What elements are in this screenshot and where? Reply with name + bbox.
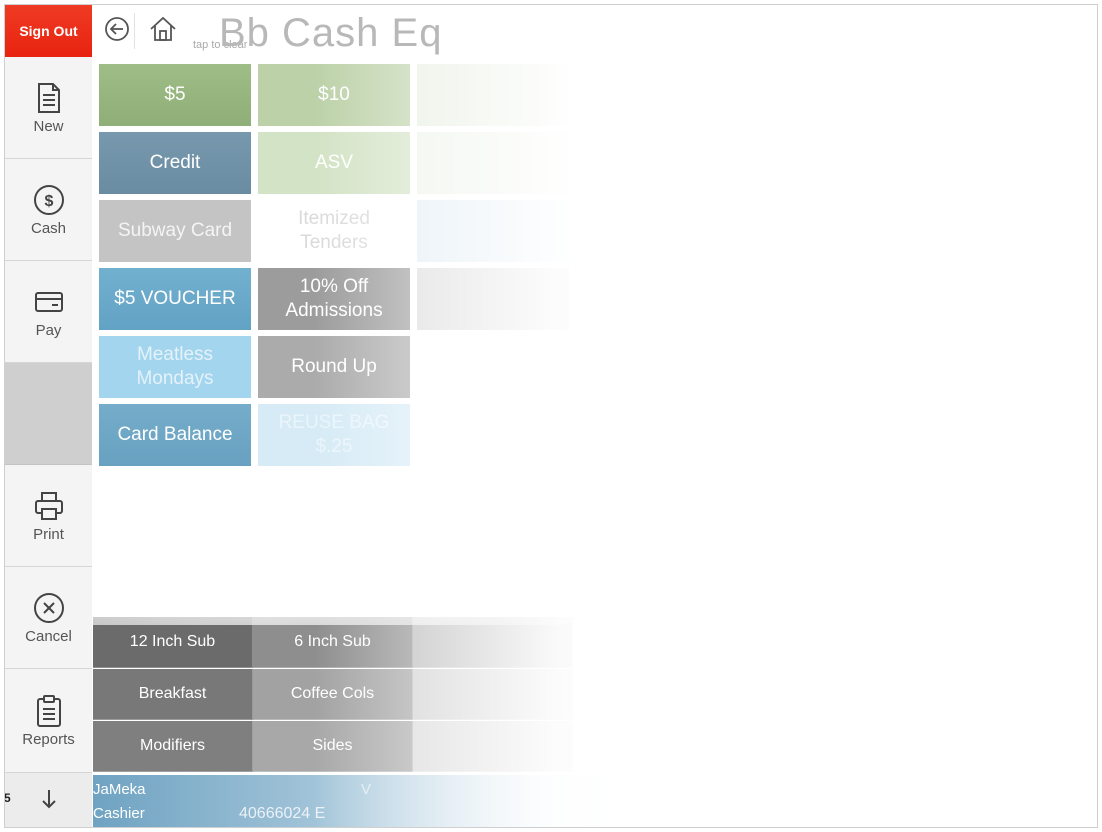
tender-faded-tile[interactable] <box>417 132 569 194</box>
new-label: New <box>33 118 64 135</box>
category-faded[interactable] <box>413 669 573 720</box>
svg-text:$: $ <box>44 193 53 210</box>
user-name: JaMeka <box>93 781 146 798</box>
tender-itemized-button[interactable]: Itemized Tenders <box>258 200 410 262</box>
document-icon <box>31 80 67 116</box>
category-breakfast[interactable]: Breakfast <box>93 669 253 720</box>
pos-window: Sign Out New $ Cash Pay Print Cancel Rep… <box>4 4 1098 828</box>
home-icon <box>148 15 178 48</box>
tender-5-button[interactable]: $5 <box>99 64 251 126</box>
category-sides[interactable]: Sides <box>253 721 413 772</box>
order-title: Bb Cash Eq <box>219 11 443 55</box>
sidebar-empty-slot <box>5 363 92 465</box>
cancel-label: Cancel <box>25 628 72 645</box>
tender-credit-button[interactable]: Credit <box>99 132 251 194</box>
category-coffee-cols[interactable]: Coffee Cols <box>253 669 413 720</box>
status-footer: JaMeka Cashier 40666024 E V <box>93 775 1097 827</box>
category-faded[interactable] <box>413 721 573 772</box>
tender-faded-tile[interactable] <box>417 268 569 330</box>
version-tag: V <box>361 781 372 798</box>
category-12-inch-sub[interactable]: 12 Inch Sub <box>93 617 253 668</box>
sign-out-button[interactable]: Sign Out <box>5 5 92 57</box>
new-button[interactable]: New <box>5 57 92 159</box>
reports-label: Reports <box>22 731 75 748</box>
tender-card-balance-button[interactable]: Card Balance <box>99 404 251 466</box>
pay-button[interactable]: Pay <box>5 261 92 363</box>
category-modifiers[interactable]: Modifiers <box>93 721 253 772</box>
tender-5-voucher-button[interactable]: $5 VOUCHER <box>99 268 251 330</box>
print-button[interactable]: Print <box>5 465 92 567</box>
corner-number: 5 <box>4 791 11 805</box>
clipboard-icon <box>31 693 67 729</box>
category-faded[interactable] <box>413 617 573 668</box>
printer-icon <box>31 488 67 524</box>
tender-round-up-button[interactable]: Round Up <box>258 336 410 398</box>
terminal-code: 40666024 E <box>239 805 326 822</box>
cash-label: Cash <box>30 220 67 237</box>
tender-meatless-mondays-button[interactable]: Meatless Mondays <box>99 336 251 398</box>
tender-asv-button[interactable]: ASV <box>258 132 410 194</box>
category-6-inch-sub[interactable]: 6 Inch Sub <box>253 617 413 668</box>
scroll-down-button[interactable] <box>5 773 92 827</box>
card-icon <box>31 284 67 320</box>
home-button[interactable] <box>145 13 181 49</box>
tender-10-off-button[interactable]: 10% Off Admissions <box>258 268 410 330</box>
tender-reuse-bag-button[interactable]: REUSE BAG $.25 <box>258 404 410 466</box>
tender-subway-card-button[interactable]: Subway Card <box>99 200 251 262</box>
pay-label: Pay <box>35 322 62 339</box>
screen-fade-overlay-lower <box>93 475 593 625</box>
sidebar: New $ Cash Pay Print Cancel Reports <box>5 57 92 827</box>
tender-faded-tile[interactable] <box>417 64 569 126</box>
tender-10-button[interactable]: $10 <box>258 64 410 126</box>
back-button[interactable] <box>99 13 135 49</box>
tender-faded-tile[interactable] <box>417 200 569 262</box>
dollar-circle-icon: $ <box>31 182 67 218</box>
close-circle-icon <box>31 590 67 626</box>
print-label: Print <box>33 526 64 543</box>
arrow-down-icon <box>40 788 58 815</box>
user-role: Cashier <box>93 805 145 822</box>
cash-button[interactable]: $ Cash <box>5 159 92 261</box>
top-bar: tap to clear Bb Cash Eq <box>93 5 1097 57</box>
reports-button[interactable]: Reports <box>5 669 92 773</box>
back-arrow-icon <box>103 15 131 48</box>
cancel-button[interactable]: Cancel <box>5 567 92 669</box>
